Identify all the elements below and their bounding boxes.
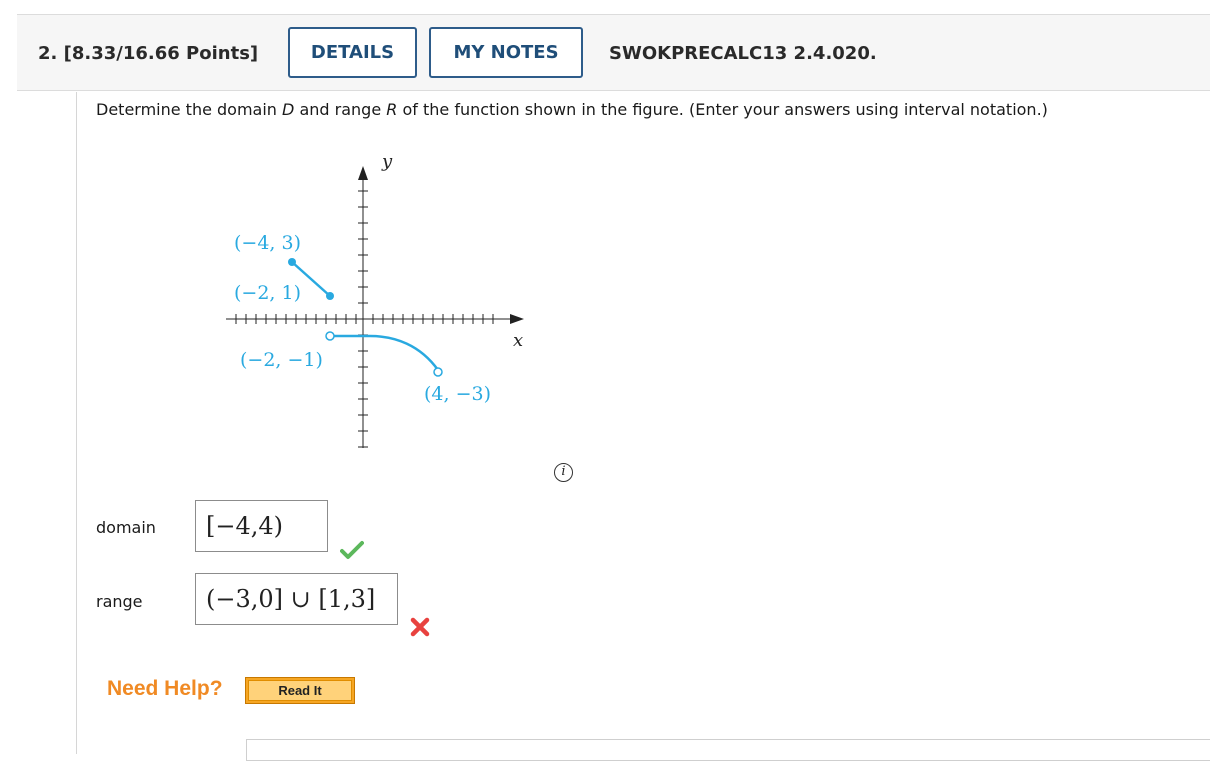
domain-answer-field[interactable]: [−4,4) xyxy=(195,500,328,552)
domain-label: domain xyxy=(96,518,156,537)
point-label-d: (4, −3) xyxy=(424,383,491,405)
y-axis-arrow xyxy=(358,166,368,180)
graph-axes xyxy=(226,166,524,448)
y-axis-label: y xyxy=(381,151,393,172)
my-notes-button[interactable]: MY NOTES xyxy=(429,27,583,78)
read-it-button[interactable]: Read It xyxy=(245,677,355,704)
correct-check-icon xyxy=(340,541,364,559)
closed-point-start xyxy=(288,258,296,266)
x-axis-arrow xyxy=(510,314,524,324)
prompt-var-r: R xyxy=(386,100,398,119)
question-code: SWOKPRECALC13 2.4.020. xyxy=(609,43,877,64)
question-prompt: Determine the domain D and range R of th… xyxy=(96,100,1048,119)
point-label-a: (−4, 3) xyxy=(234,232,301,254)
prompt-text-3: of the function shown in the figure. (En… xyxy=(397,100,1048,119)
need-help-label: Need Help? xyxy=(107,677,223,700)
left-divider xyxy=(76,92,77,754)
question-header: 2. [8.33/16.66 Points] DETAILS MY NOTES … xyxy=(17,14,1210,91)
function-graph: y x (−4, 3) (−2, 1) (−2, −1) (4, −3) xyxy=(226,151,524,448)
point-label-b: (−2, 1) xyxy=(234,282,301,304)
curve-line xyxy=(330,334,440,371)
x-axis-label: x xyxy=(513,330,523,351)
point-label-c: (−2, −1) xyxy=(240,349,323,371)
incorrect-cross-icon xyxy=(410,617,430,637)
next-section-box xyxy=(246,739,1210,761)
closed-point-end xyxy=(326,292,334,300)
info-icon[interactable]: i xyxy=(554,463,573,482)
prompt-text-2: and range xyxy=(294,100,387,119)
range-label: range xyxy=(96,592,143,611)
question-number-points: 2. [8.33/16.66 Points] xyxy=(38,43,259,64)
open-point-start xyxy=(325,331,335,341)
prompt-var-d: D xyxy=(282,100,295,119)
details-button[interactable]: DETAILS xyxy=(288,27,417,78)
open-point-end xyxy=(433,367,443,377)
range-answer-field[interactable]: (−3,0] ∪ [1,3] xyxy=(195,573,398,625)
read-it-label: Read It xyxy=(248,680,352,701)
prompt-text-1: Determine the domain xyxy=(96,100,283,119)
